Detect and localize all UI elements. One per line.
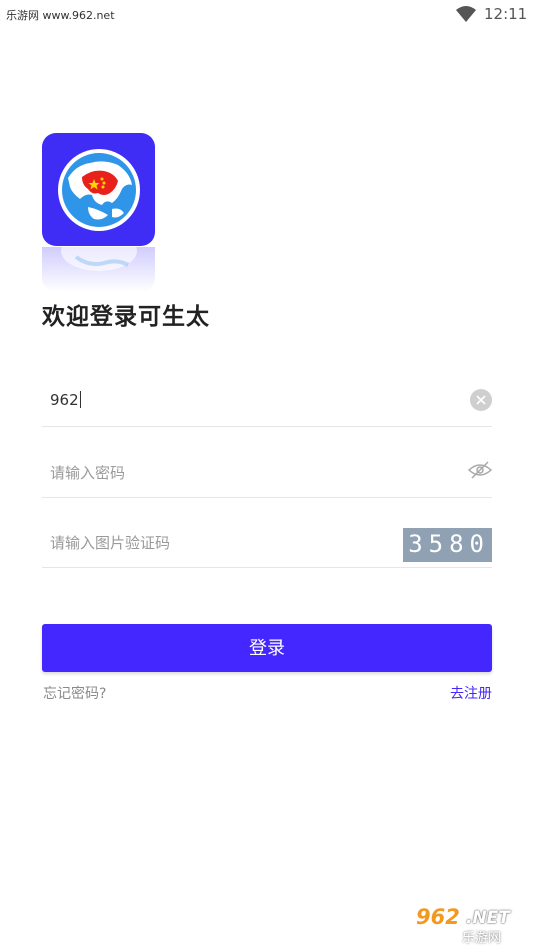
- clear-icon[interactable]: [470, 389, 492, 411]
- login-button[interactable]: 登录: [42, 624, 492, 672]
- status-clock: 12:11: [484, 5, 528, 23]
- captcha-field[interactable]: 请输入图片验证码 3580: [42, 508, 492, 568]
- watermark-number: 962: [416, 905, 460, 929]
- captcha-image[interactable]: 3580: [403, 528, 492, 562]
- welcome-title: 欢迎登录可生太: [42, 304, 210, 330]
- captcha-input[interactable]: 请输入图片验证码: [50, 532, 170, 553]
- username-input[interactable]: 962: [50, 391, 81, 409]
- username-value: 962: [50, 391, 79, 409]
- eye-off-icon[interactable]: [468, 461, 492, 479]
- wifi-icon: [456, 6, 476, 22]
- password-field[interactable]: 请输入密码: [42, 438, 492, 498]
- text-cursor: [79, 391, 81, 408]
- app-logo-reflection: [42, 247, 155, 292]
- status-site-text: 乐游网 www.962.net: [6, 9, 115, 22]
- password-input[interactable]: 请输入密码: [50, 462, 125, 483]
- app-logo: [42, 133, 155, 246]
- status-bar: 乐游网 www.962.net 12:11: [0, 0, 534, 28]
- watermark-logo: 962 .NET 乐游网: [404, 905, 532, 946]
- register-link[interactable]: 去注册: [450, 683, 492, 703]
- forgot-password-link[interactable]: 忘记密码?: [43, 683, 106, 703]
- username-field[interactable]: 962: [42, 367, 492, 427]
- watermark-text: 乐游网: [462, 931, 502, 946]
- watermark-suffix: .NET: [466, 908, 510, 928]
- globe-icon: [58, 149, 140, 231]
